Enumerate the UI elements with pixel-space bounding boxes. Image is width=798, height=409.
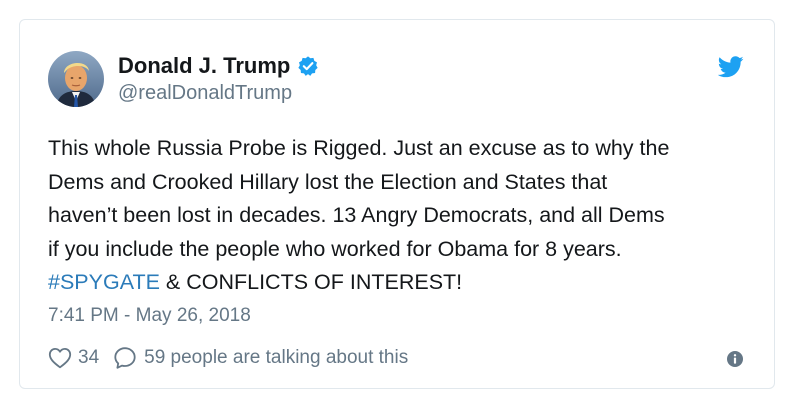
tweet-card[interactable]: Donald J. Trump @realDonaldTrump This wh…	[19, 19, 775, 389]
tweet-line-last: #SPYGATE & CONFLICTS OF INTEREST!	[48, 266, 760, 300]
author-name-row[interactable]: Donald J. Trump	[118, 52, 319, 80]
reply-button[interactable]: 59 people are talking about this	[113, 346, 408, 370]
info-icon[interactable]	[727, 351, 743, 367]
like-count: 34	[78, 347, 100, 368]
tweet-line: haven’t been lost in decades. 13 Angry D…	[48, 203, 665, 227]
avatar[interactable]	[48, 51, 104, 107]
verified-badge-icon	[297, 55, 319, 77]
author-handle[interactable]: @realDonaldTrump	[118, 82, 292, 105]
twitter-bird-icon[interactable]	[717, 56, 744, 78]
tweet-line: This whole Russia Probe is Rigged. Just …	[48, 136, 670, 160]
engagement-bar: 34 59 people are talking about this	[48, 343, 408, 373]
display-name[interactable]: Donald J. Trump	[118, 53, 290, 79]
like-button[interactable]: 34	[48, 347, 99, 369]
tweet-line-rest: & CONFLICTS OF INTEREST!	[159, 270, 463, 294]
tweet-timestamp[interactable]: 7:41 PM - May 26, 2018	[48, 305, 251, 327]
tweet-line: if you include the people who worked for…	[48, 236, 622, 261]
talking-count-text: 59 people are talking about this	[144, 347, 409, 368]
heart-icon	[48, 347, 72, 369]
tweet-text: This whole Russia Probe is Rigged. Just …	[48, 132, 760, 300]
hashtag-link[interactable]: #SPYGATE	[48, 270, 160, 294]
profile-photo	[48, 51, 104, 107]
tweet-line: Dems and Crooked Hillary lost the Electi…	[48, 169, 608, 194]
reply-bubble-icon	[113, 346, 137, 370]
